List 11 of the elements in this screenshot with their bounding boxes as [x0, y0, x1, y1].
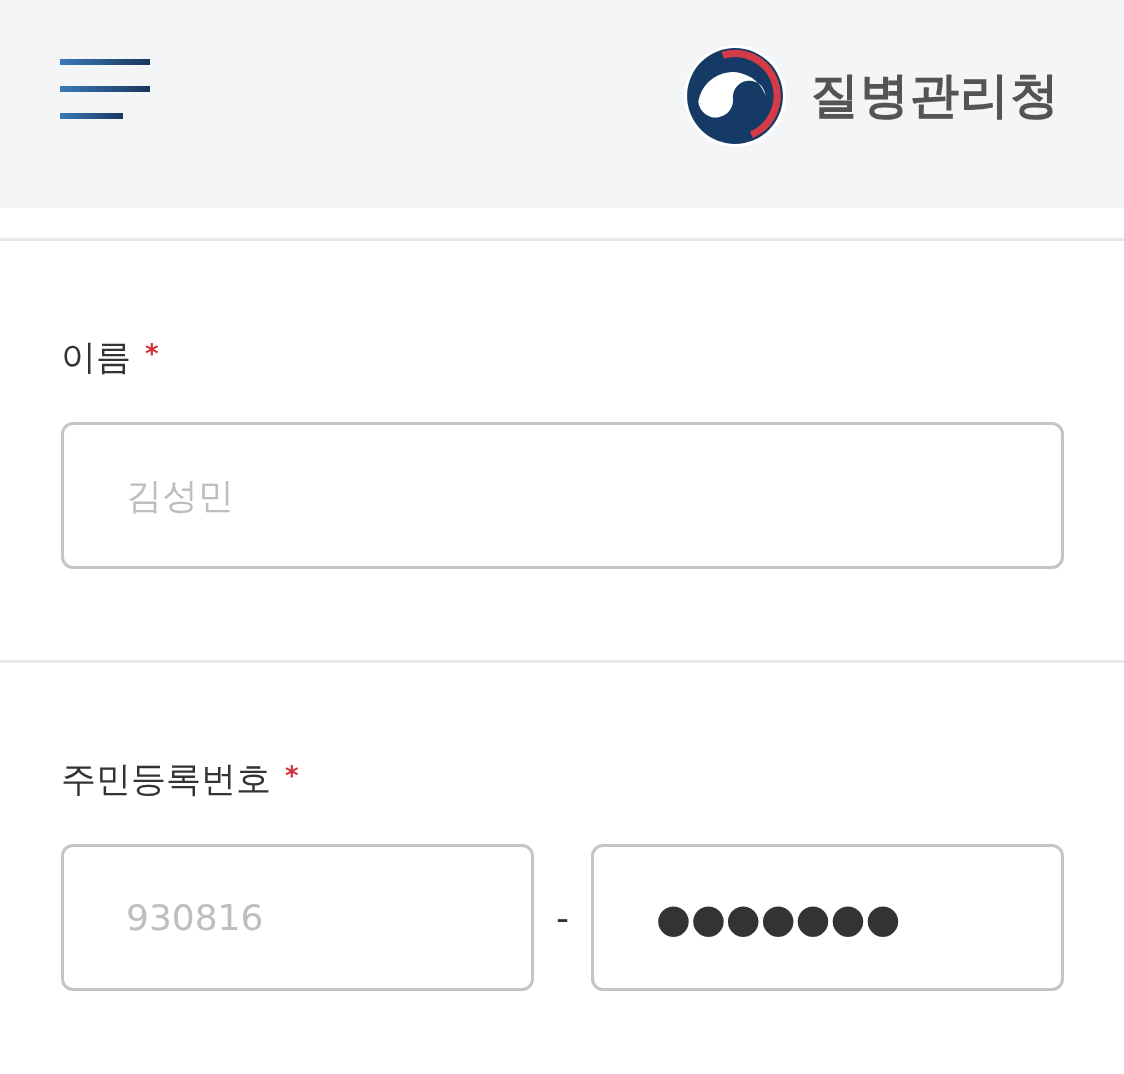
input-field[interactable]: 김성민: [61, 422, 1064, 569]
field-label: 이름: [61, 336, 131, 379]
required-mark: *: [285, 763, 299, 789]
menu-icon[interactable]: [60, 59, 150, 119]
separator-dash: -: [556, 897, 569, 938]
input-field[interactable]: ●●●●●●●: [591, 844, 1064, 991]
required-mark: *: [145, 341, 159, 367]
input-field[interactable]: 930816: [61, 844, 534, 991]
emblem-icon[interactable]: [684, 45, 786, 147]
field-label: 주민등록번호: [61, 758, 271, 801]
logo-text[interactable]: 질병관리청: [810, 66, 1060, 126]
